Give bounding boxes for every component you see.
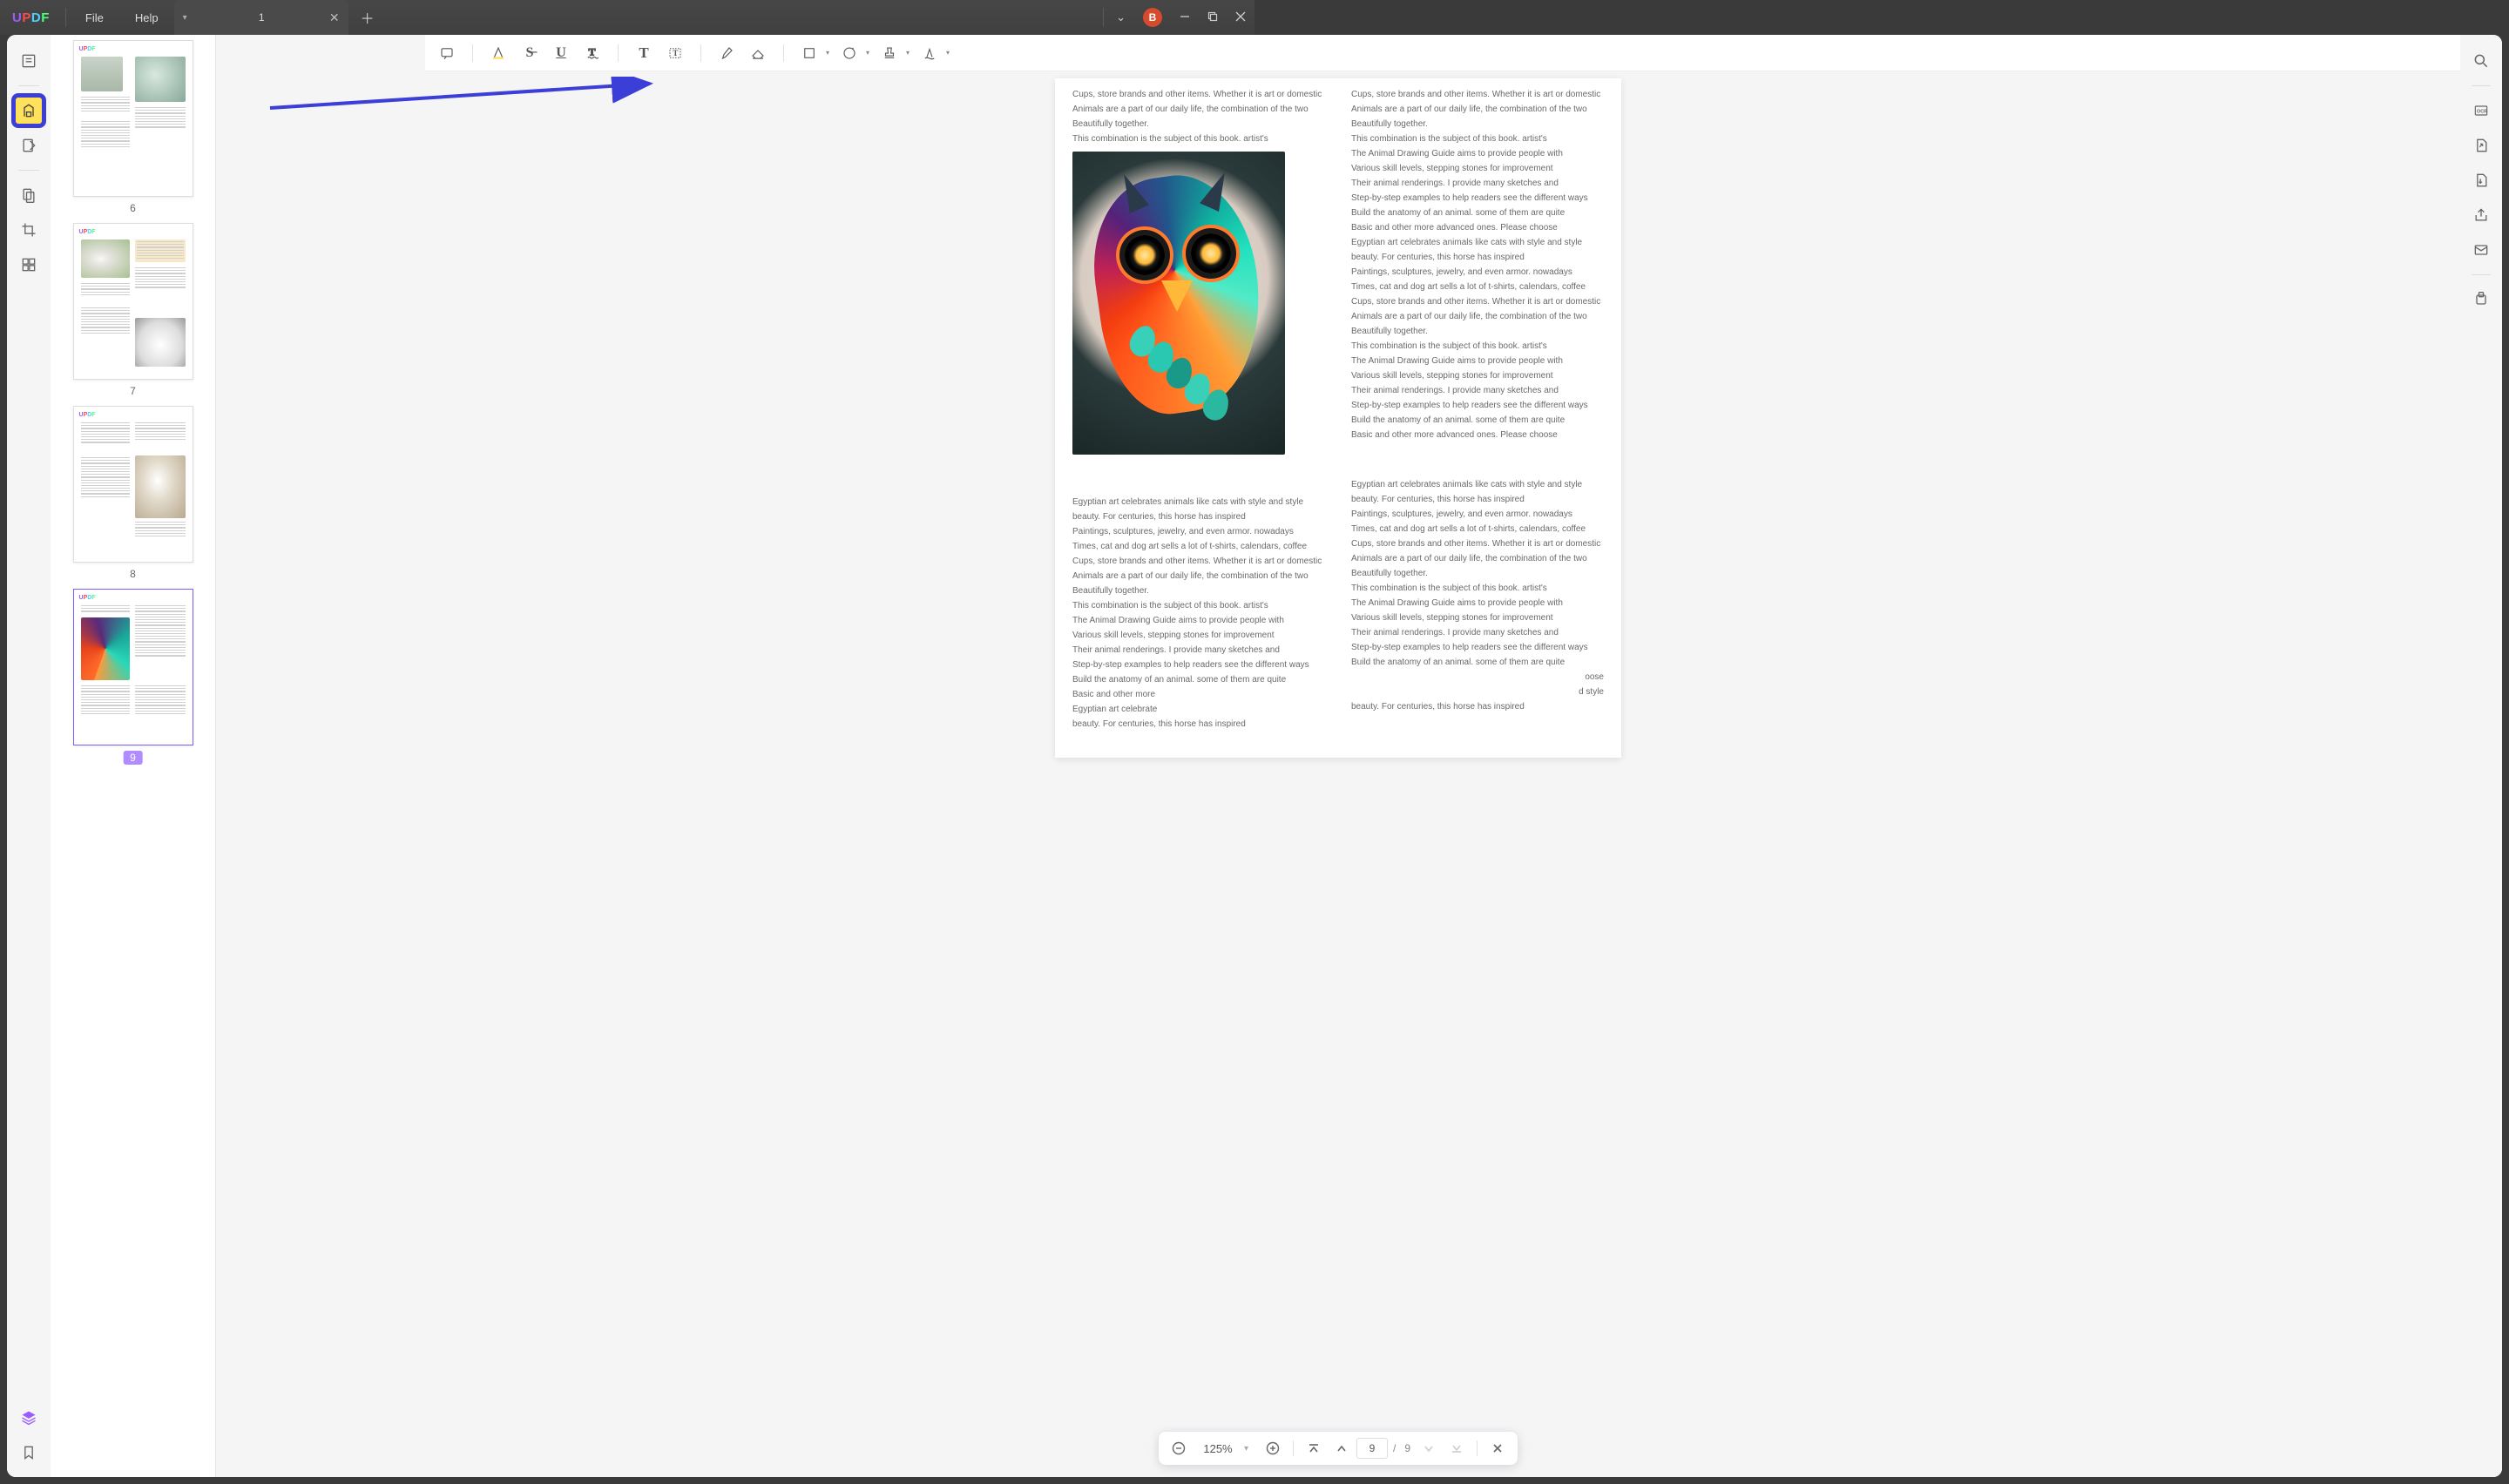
thumbnail-item[interactable]: UPDF 9: [59, 589, 206, 766]
svg-text:OCR: OCR: [2477, 110, 2487, 115]
pencil-button[interactable]: [712, 40, 741, 66]
svg-text:T: T: [673, 49, 678, 57]
separator: [783, 44, 784, 62]
dropdown-icon[interactable]: ▾: [946, 49, 953, 57]
thumbnail-number: 8: [59, 568, 206, 580]
menu-help[interactable]: Help: [119, 0, 174, 35]
main-area: S̶ U T T T ▾ ▾ ▾ ▾: [216, 35, 2460, 1477]
pdf-page: Cups, store brands and other items. Whet…: [1055, 78, 1621, 758]
page-total: 9: [1401, 1442, 1414, 1454]
organize-pages-button[interactable]: [13, 179, 44, 211]
crop-pages-button[interactable]: [13, 214, 44, 246]
tab-close-icon[interactable]: ✕: [329, 10, 340, 25]
thumbnail-panel[interactable]: UPDF 6 UPDF 7 UPDF: [51, 35, 216, 1477]
stamp-button[interactable]: [875, 40, 904, 66]
sticky-note-button[interactable]: [432, 40, 462, 66]
dropdown-icon[interactable]: ▾: [826, 49, 833, 57]
ocr-button[interactable]: OCR: [2465, 95, 2497, 126]
comment-mode-button[interactable]: [13, 95, 44, 126]
text-column-right: Cups, store brands and other items. Whet…: [1351, 87, 1604, 732]
left-rail: [7, 35, 51, 1477]
svg-text:T: T: [589, 45, 596, 57]
thumbnail-number: 6: [59, 202, 206, 214]
search-button[interactable]: [2465, 45, 2497, 77]
shape-button[interactable]: [795, 40, 824, 66]
text-column-left: Cups, store brands and other items. Whet…: [1072, 87, 1325, 732]
divider: [2472, 274, 2491, 275]
new-tab-button[interactable]: ＋: [348, 7, 387, 28]
bookmark-button[interactable]: [13, 1437, 44, 1468]
last-page-button[interactable]: [1444, 1436, 1470, 1460]
highlight-button[interactable]: [484, 40, 513, 66]
page-number-input[interactable]: [1356, 1438, 1388, 1459]
separator: [1103, 8, 1104, 27]
page-separator: /: [1390, 1442, 1399, 1454]
tab-title: 1: [194, 11, 329, 24]
window-maximize-button[interactable]: [1199, 11, 1227, 24]
convert-button[interactable]: [2465, 130, 2497, 161]
prev-page-button[interactable]: [1329, 1436, 1355, 1460]
separator: [700, 44, 701, 62]
strikethrough-button[interactable]: S̶: [515, 40, 544, 66]
divider: [18, 170, 39, 171]
separator: [65, 8, 66, 27]
zoom-out-button[interactable]: [1166, 1436, 1192, 1460]
thumbnail-item[interactable]: UPDF 6: [59, 40, 206, 214]
page-viewport[interactable]: Cups, store brands and other items. Whet…: [216, 71, 2460, 1477]
email-button[interactable]: [2465, 234, 2497, 266]
annotation-toolbar: S̶ U T T T ▾ ▾ ▾ ▾: [425, 35, 2460, 71]
dropdown-icon[interactable]: ▾: [866, 49, 873, 57]
signature-button[interactable]: [915, 40, 944, 66]
divider: [18, 85, 39, 86]
zoom-dropdown-icon[interactable]: ▾: [1244, 1444, 1258, 1454]
separator: [472, 44, 473, 62]
zoom-value: 125%: [1194, 1442, 1242, 1455]
protect-button[interactable]: [2465, 284, 2497, 315]
eraser-button[interactable]: [743, 40, 773, 66]
reader-mode-button[interactable]: [13, 45, 44, 77]
separator: [1477, 1440, 1478, 1456]
divider: [2472, 85, 2491, 86]
close-pager-button[interactable]: [1484, 1436, 1511, 1460]
text-button[interactable]: T: [629, 40, 659, 66]
zoom-in-button[interactable]: [1260, 1436, 1286, 1460]
share-button[interactable]: [2465, 199, 2497, 231]
tab-favicon-icon: ▾: [183, 13, 187, 23]
squiggly-button[interactable]: T: [578, 40, 607, 66]
page-image: [1072, 152, 1285, 455]
underline-button[interactable]: U: [546, 40, 576, 66]
right-rail: OCR: [2460, 35, 2502, 1477]
separator: [618, 44, 619, 62]
layers-button[interactable]: [13, 1402, 44, 1433]
titlebar: UPDF File Help ▾ 1 ✕ ＋ ⌄ B: [0, 0, 1254, 35]
user-avatar[interactable]: B: [1143, 8, 1162, 27]
page-navigation-bar: 125% ▾ / 9: [1159, 1432, 1518, 1465]
text-box-button[interactable]: T: [660, 40, 690, 66]
next-page-button[interactable]: [1416, 1436, 1442, 1460]
thumbnail-number: 7: [59, 385, 206, 397]
edit-mode-button[interactable]: [13, 130, 44, 161]
app-logo: UPDF: [0, 10, 62, 25]
separator: [1293, 1440, 1294, 1456]
tabs-dropdown-icon[interactable]: ⌄: [1107, 10, 1134, 24]
first-page-button[interactable]: [1301, 1436, 1327, 1460]
dropdown-icon[interactable]: ▾: [906, 49, 913, 57]
thumbnail-item[interactable]: UPDF 7: [59, 223, 206, 397]
thumbnail-item[interactable]: UPDF 8: [59, 406, 206, 580]
menu-file[interactable]: File: [70, 0, 119, 35]
document-tab[interactable]: ▾ 1 ✕: [174, 0, 348, 35]
tools-button[interactable]: [13, 249, 44, 280]
thumbnail-number: 9: [123, 751, 143, 765]
window-minimize-button[interactable]: [1171, 11, 1199, 24]
compress-button[interactable]: [2465, 165, 2497, 196]
window-close-button[interactable]: [1227, 11, 1254, 24]
sticker-button[interactable]: [835, 40, 864, 66]
